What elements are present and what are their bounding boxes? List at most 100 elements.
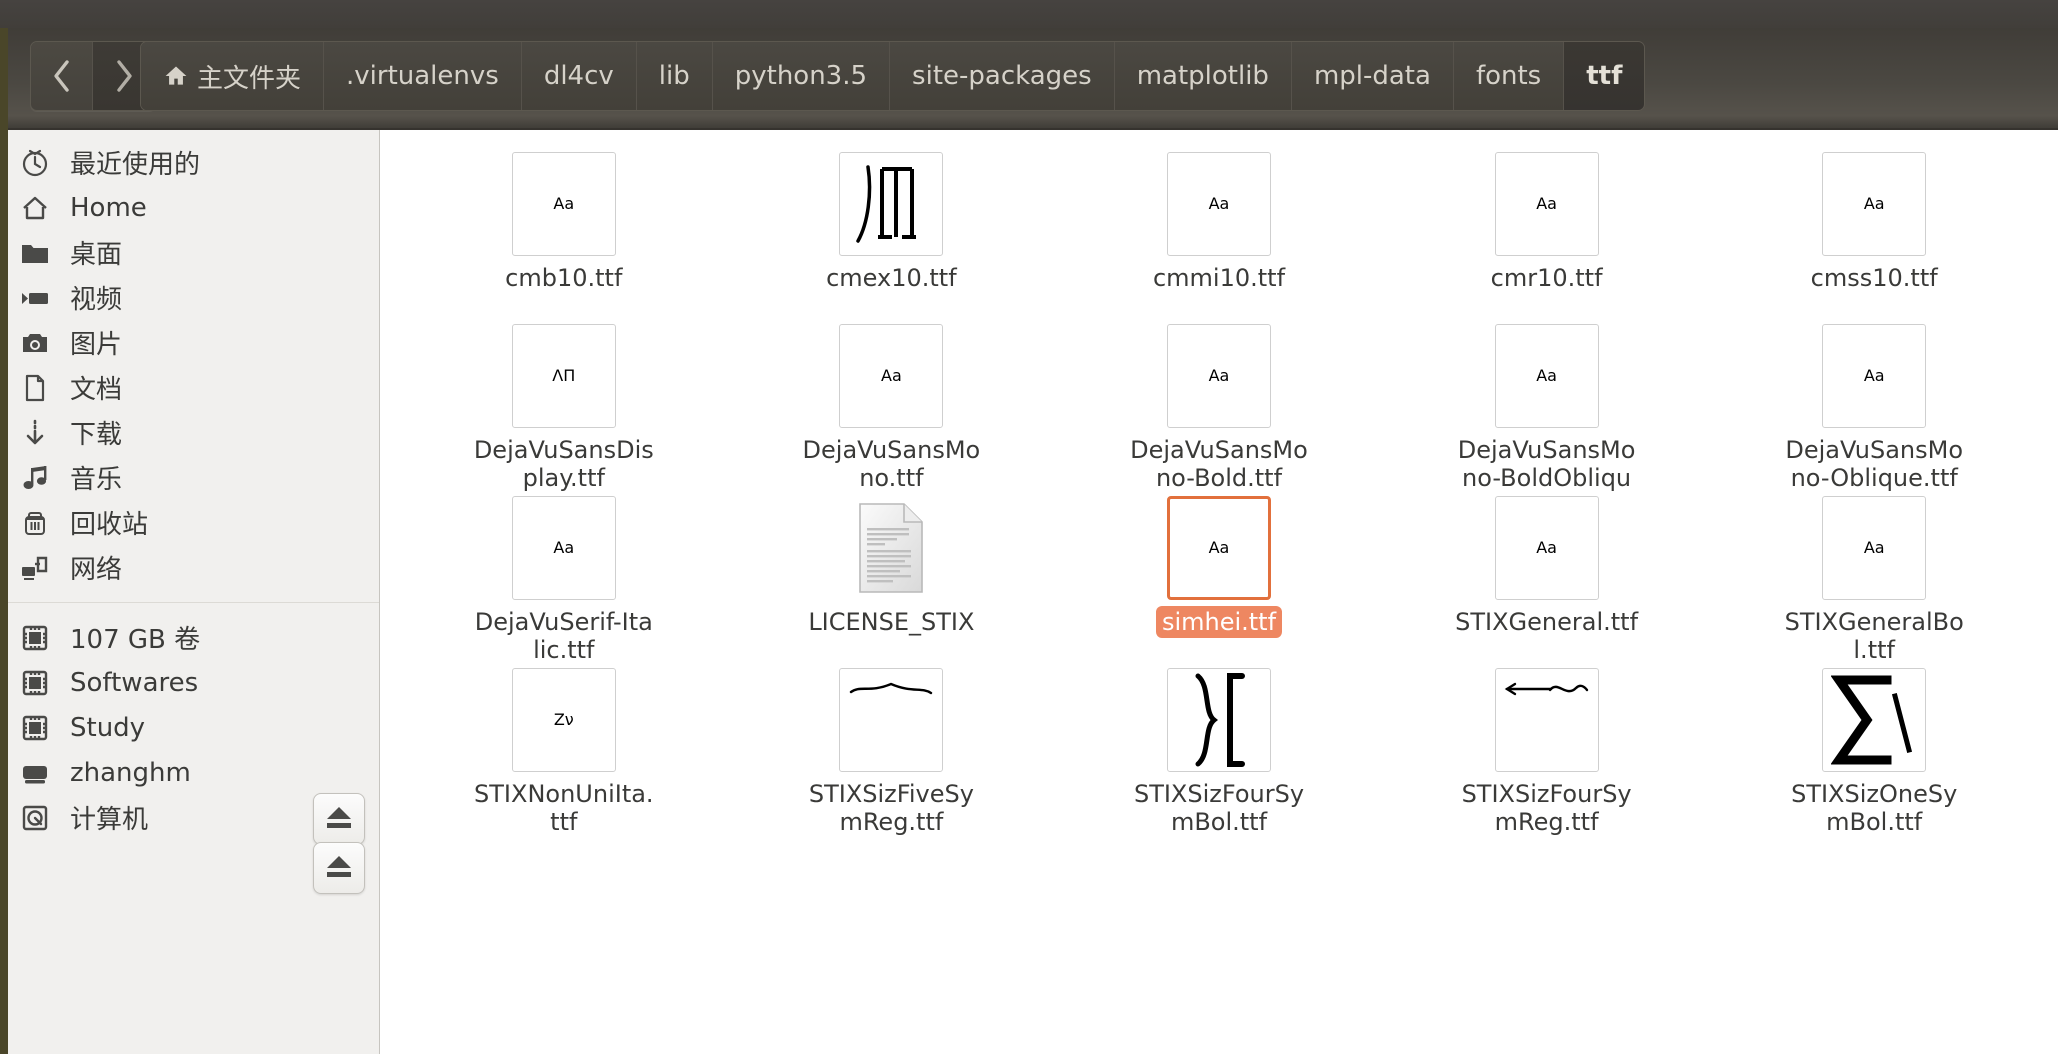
file-thumbnail[interactable]: Aa (1494, 324, 1599, 428)
file-name-label[interactable]: simhei.ttf (1155, 606, 1283, 639)
breadcrumb-item-label: lib (658, 61, 690, 91)
file-thumbnail[interactable] (1494, 668, 1599, 772)
file-item[interactable]: Aa cmmi10.ttf (1055, 148, 1383, 320)
file-thumbnail[interactable]: Aa (1166, 324, 1271, 428)
file-name-label[interactable]: STIXSizFourSymReg.ttf (1449, 778, 1645, 839)
sidebar-item-row4[interactable]: 计算机 (0, 795, 379, 840)
sidebar-item-row3[interactable]: 视频 (0, 275, 379, 320)
sidebar-item-row8[interactable]: 回收站 (0, 500, 379, 545)
sidebar-item-row7[interactable]: 音乐 (0, 455, 379, 500)
file-thumbnail[interactable]: Aa (1166, 496, 1271, 600)
font-preview-glyph: Aa (1208, 538, 1230, 557)
breadcrumb-item-dl4cv[interactable]: dl4cv (521, 42, 637, 110)
file-thumbnail[interactable]: Aa (1822, 324, 1927, 428)
file-item[interactable]: Aa DejaVuSerif-Italic.ttf (400, 492, 728, 664)
file-name-label[interactable]: STIXGeneralBol.ttf (1776, 606, 1972, 667)
file-thumbnail[interactable]: Aa (839, 324, 944, 428)
breadcrumb-item-ttf[interactable]: ttf (1564, 42, 1645, 110)
file-name-label[interactable]: cmex10.ttf (820, 262, 963, 294)
file-item[interactable]: STIXSizFiveSymReg.ttf (728, 664, 1056, 836)
file-name-label[interactable]: cmb10.ttf (499, 262, 628, 294)
breadcrumb-item-lib[interactable]: lib (636, 42, 713, 110)
file-thumbnail[interactable] (839, 668, 944, 772)
file-thumbnail[interactable]: Aa (511, 152, 616, 256)
file-item[interactable]: cmex10.ttf (728, 148, 1056, 320)
font-preview-glyph (840, 153, 942, 255)
file-item[interactable]: STIXSizFourSymBol.ttf (1055, 664, 1383, 836)
font-preview-tile: Aa (1494, 324, 1599, 428)
back-button[interactable] (31, 42, 93, 110)
sidebar-item-row0[interactable]: 最近使用的 (0, 140, 379, 185)
file-name-label[interactable]: STIXSizFourSymBol.ttf (1121, 778, 1317, 839)
file-thumbnail[interactable]: Aa (1822, 496, 1927, 600)
file-name-label[interactable]: STIXSizOneSymBol.ttf (1776, 778, 1972, 839)
file-name-label[interactable]: DejaVuSansDisplay.ttf (466, 434, 662, 495)
sidebar-item-107gb[interactable]: 107 GB 卷 (0, 615, 379, 660)
breadcrumb-item-label: dl4cv (543, 61, 614, 91)
sidebar-item-study[interactable]: Study (0, 705, 379, 750)
file-item[interactable]: Aa simhei.ttf (1055, 492, 1383, 664)
sidebar-item-row6[interactable]: 下载 (0, 410, 379, 455)
file-name-label[interactable]: DejaVuSansMono.ttf (793, 434, 989, 495)
breadcrumb-item-fonts[interactable]: fonts (1453, 42, 1565, 110)
file-thumbnail[interactable]: Aa (1166, 152, 1271, 256)
file-list-view[interactable]: Aa cmb10.ttf cmex10.ttf Aa cmmi10.ttf Aa cmr10… (380, 130, 2058, 1054)
sidebar-item-label: 下载 (70, 420, 123, 450)
file-name-label[interactable]: DejaVuSerif-Italic.ttf (466, 606, 662, 667)
sidebar-item-row2[interactable]: 桌面 (0, 230, 379, 275)
file-item[interactable]: Zν STIXNonUniIta.ttf (400, 664, 728, 836)
font-preview-glyph: Aa (1536, 366, 1557, 385)
file-name-label[interactable]: cmss10.ttf (1805, 262, 1944, 294)
path-toolbar: 主文件夹 .virtualenvs dl4cv lib python3.5 site-pa… (0, 28, 2058, 130)
file-name-label[interactable]: STIXSizFiveSymReg.ttf (793, 778, 989, 839)
file-item[interactable]: Aa DejaVuSansMono.ttf (728, 320, 1056, 492)
sidebar-item-row9[interactable]: 网络 (0, 545, 379, 590)
file-name-label[interactable]: STIXNonUniIta.ttf (466, 778, 662, 839)
file-item[interactable]: LICENSE_STIX (728, 492, 1056, 664)
file-item[interactable]: Aa cmb10.ttf (400, 148, 728, 320)
sidebar-item-row4[interactable]: 图片 (0, 320, 379, 365)
sidebar-item-zhanghm[interactable]: zhanghm (0, 750, 379, 795)
file-name-label[interactable]: cmr10.ttf (1485, 262, 1609, 294)
file-item[interactable]: Aa DejaVuSansMono-Bold.ttf (1055, 320, 1383, 492)
file-item[interactable]: Aa cmr10.ttf (1383, 148, 1711, 320)
file-thumbnail[interactable] (839, 496, 943, 600)
file-item[interactable]: Aa DejaVuSansMono-Oblique.ttf (1710, 320, 2038, 492)
breadcrumb-item-python35[interactable]: python3.5 (712, 42, 891, 110)
font-preview-tile (839, 152, 944, 256)
eject-button-zhanghm[interactable] (313, 842, 365, 894)
file-name-label[interactable]: DejaVuSansMono-Oblique.ttf (1776, 434, 1972, 495)
file-item[interactable]: STIXSizOneSymBol.ttf (1710, 664, 2038, 836)
file-thumbnail[interactable] (839, 152, 944, 256)
file-thumbnail[interactable]: Aa (1494, 496, 1599, 600)
breadcrumb-item-mpldata[interactable]: mpl-data (1291, 42, 1454, 110)
folder-icon (20, 238, 50, 268)
breadcrumb-item-[interactable]: 主文件夹 (141, 42, 325, 110)
font-preview-tile: Aa (1166, 496, 1271, 600)
file-name-label[interactable]: LICENSE_STIX (802, 606, 980, 638)
file-name-label[interactable]: STIXGeneral.ttf (1449, 606, 1644, 638)
file-item[interactable]: AaDejaVuSansMono-BoldOblique.ttf (1383, 320, 1711, 521)
file-thumbnail[interactable]: ΛΠ (511, 324, 616, 428)
file-thumbnail[interactable]: Zν (511, 668, 616, 772)
sidebar-item-row5[interactable]: 文档 (0, 365, 379, 410)
sidebar-item-label: 回收站 (70, 510, 149, 540)
music-icon (20, 463, 50, 493)
file-thumbnail[interactable]: Aa (511, 496, 616, 600)
file-item[interactable]: Aa STIXGeneralBol.ttf (1710, 492, 2038, 664)
breadcrumb-item-matplotlib[interactable]: matplotlib (1114, 42, 1292, 110)
file-thumbnail[interactable] (1166, 668, 1271, 772)
breadcrumb-item-virtualenvs[interactable]: .virtualenvs (324, 42, 522, 110)
breadcrumb-item-sitepackages[interactable]: site-packages (890, 42, 1115, 110)
file-thumbnail[interactable] (1822, 668, 1927, 772)
file-name-label[interactable]: cmmi10.ttf (1147, 262, 1291, 294)
sidebar-item-softwares[interactable]: Softwares (0, 660, 379, 705)
file-thumbnail[interactable]: Aa (1494, 152, 1599, 256)
file-item[interactable]: ΛΠ DejaVuSansDisplay.ttf (400, 320, 728, 492)
file-thumbnail[interactable]: Aa (1822, 152, 1927, 256)
file-name-label[interactable]: DejaVuSansMono-Bold.ttf (1121, 434, 1317, 495)
sidebar-item-home[interactable]: Home (0, 185, 379, 230)
file-item[interactable]: Aa cmss10.ttf (1710, 148, 2038, 320)
file-item[interactable]: STIXSizFourSymReg.ttf (1383, 664, 1711, 836)
file-item[interactable]: Aa STIXGeneral.ttf (1383, 492, 1711, 664)
